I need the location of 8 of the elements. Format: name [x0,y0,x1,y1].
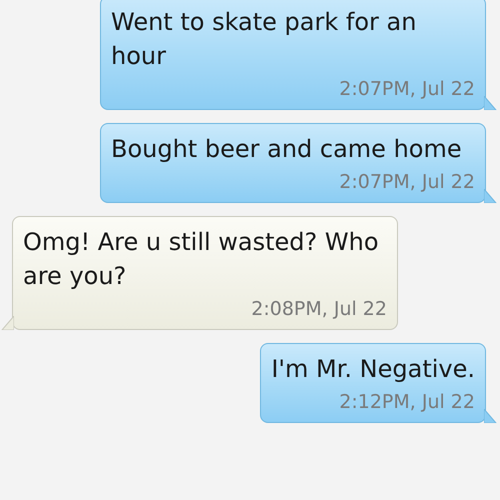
message-timestamp: 2:07PM, Jul 22 [339,170,475,195]
message-timestamp: 2:08PM, Jul 22 [251,297,387,322]
message-text: Bought beer and came home [111,134,463,165]
message-text: Omg! Are u still wasted? Who are you? [23,227,380,292]
message-timestamp: 2:12PM, Jul 22 [339,390,475,415]
message-text: Went to skate park for an hour [111,7,418,72]
message-timestamp: 2:07PM, Jul 22 [339,77,475,102]
message-text: I'm Mr. Negative. [271,354,475,385]
